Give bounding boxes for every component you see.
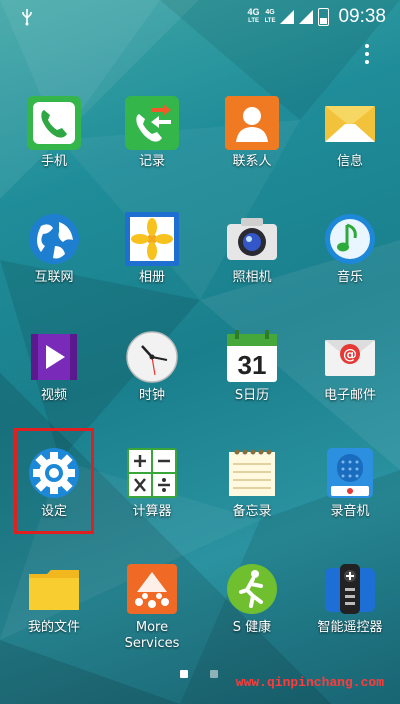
app-messages[interactable]: 信息 [300, 96, 400, 170]
app-camera[interactable]: 照相机 [202, 212, 302, 286]
app-label-line: More [135, 620, 169, 635]
smart-remote-icon [323, 562, 377, 616]
camera-icon [225, 212, 279, 266]
calendar-icon: 31 [225, 330, 279, 384]
app-more-services[interactable]: More Services [102, 562, 202, 652]
app-voice-recorder[interactable]: 录音机 [300, 446, 400, 520]
phone-icon [27, 96, 81, 150]
app-label: 手机 [40, 154, 67, 169]
app-clock[interactable]: 时钟 [102, 330, 202, 404]
app-label: 智能遥控器 [317, 620, 383, 635]
app-calendar[interactable]: 31 S日历 [202, 330, 302, 404]
app-music[interactable]: 音乐 [300, 212, 400, 286]
app-label: 音乐 [336, 270, 363, 285]
app-label: S 健康 [232, 620, 272, 635]
app-call-log[interactable]: 记录 [102, 96, 202, 170]
overflow-menu-icon[interactable] [364, 44, 370, 68]
app-folder[interactable]: 我的文件 [4, 562, 104, 636]
app-email[interactable]: @ 电子邮件 [300, 330, 400, 404]
app-label: S日历 [234, 388, 270, 403]
page-dot-current[interactable] [180, 670, 188, 678]
app-label: 电子邮件 [323, 388, 376, 403]
memo-icon [225, 446, 279, 500]
app-internet-globe[interactable]: 互联网 [4, 212, 104, 286]
app-s-health[interactable]: S 健康 [202, 562, 302, 636]
app-gallery[interactable]: 相册 [102, 212, 202, 286]
clock-time: 09:38 [338, 6, 386, 27]
watermark: www.qinpinchang.com [235, 675, 384, 690]
app-label: 时钟 [138, 388, 165, 403]
app-label: 计算器 [132, 504, 172, 519]
app-label: 相册 [138, 270, 165, 285]
internet-globe-icon [27, 212, 81, 266]
usb-icon [22, 9, 32, 26]
app-label: 我的文件 [27, 620, 80, 635]
app-label: 信息 [336, 154, 363, 169]
contacts-icon [225, 96, 279, 150]
email-icon: @ [323, 330, 377, 384]
app-smart-remote[interactable]: 智能遥控器 [300, 562, 400, 636]
app-label: 记录 [138, 154, 165, 169]
network-indicator-2: 4G LTE [264, 9, 276, 24]
app-label: 联系人 [232, 154, 272, 169]
app-phone[interactable]: 手机 [4, 96, 104, 170]
app-calculator[interactable]: 计算器 [102, 446, 202, 520]
calendar-day-label: 31 [238, 350, 267, 380]
app-label: 互联网 [34, 270, 74, 285]
app-label: More Services [102, 620, 202, 652]
clock-icon [125, 330, 179, 384]
folder-icon [27, 562, 81, 616]
call-log-icon [125, 96, 179, 150]
more-services-icon [125, 562, 179, 616]
app-label: 录音机 [330, 504, 370, 519]
app-memo[interactable]: 备忘录 [202, 446, 302, 520]
messages-icon [323, 96, 377, 150]
music-icon [323, 212, 377, 266]
signal-icon-1 [280, 10, 295, 24]
calculator-icon [125, 446, 179, 500]
app-label-line: Services [124, 636, 180, 651]
s-health-icon [225, 562, 279, 616]
app-video[interactable]: 视频 [4, 330, 104, 404]
battery-icon [318, 8, 330, 26]
app-contacts[interactable]: 联系人 [202, 96, 302, 170]
video-icon [27, 330, 81, 384]
app-label: 备忘录 [232, 504, 272, 519]
page-indicator [180, 670, 218, 678]
signal-icon-2 [299, 10, 314, 24]
page-dot[interactable] [210, 670, 218, 678]
svg-text:@: @ [343, 347, 357, 363]
gallery-icon [125, 212, 179, 266]
highlight-box [14, 428, 94, 534]
app-label: 照相机 [232, 270, 272, 285]
network-indicator-1: 4G LTE [247, 7, 260, 25]
voice-recorder-icon [323, 446, 377, 500]
status-bar: 4G LTE 4G LTE 09:38 [0, 0, 400, 36]
app-label: 视频 [40, 388, 67, 403]
